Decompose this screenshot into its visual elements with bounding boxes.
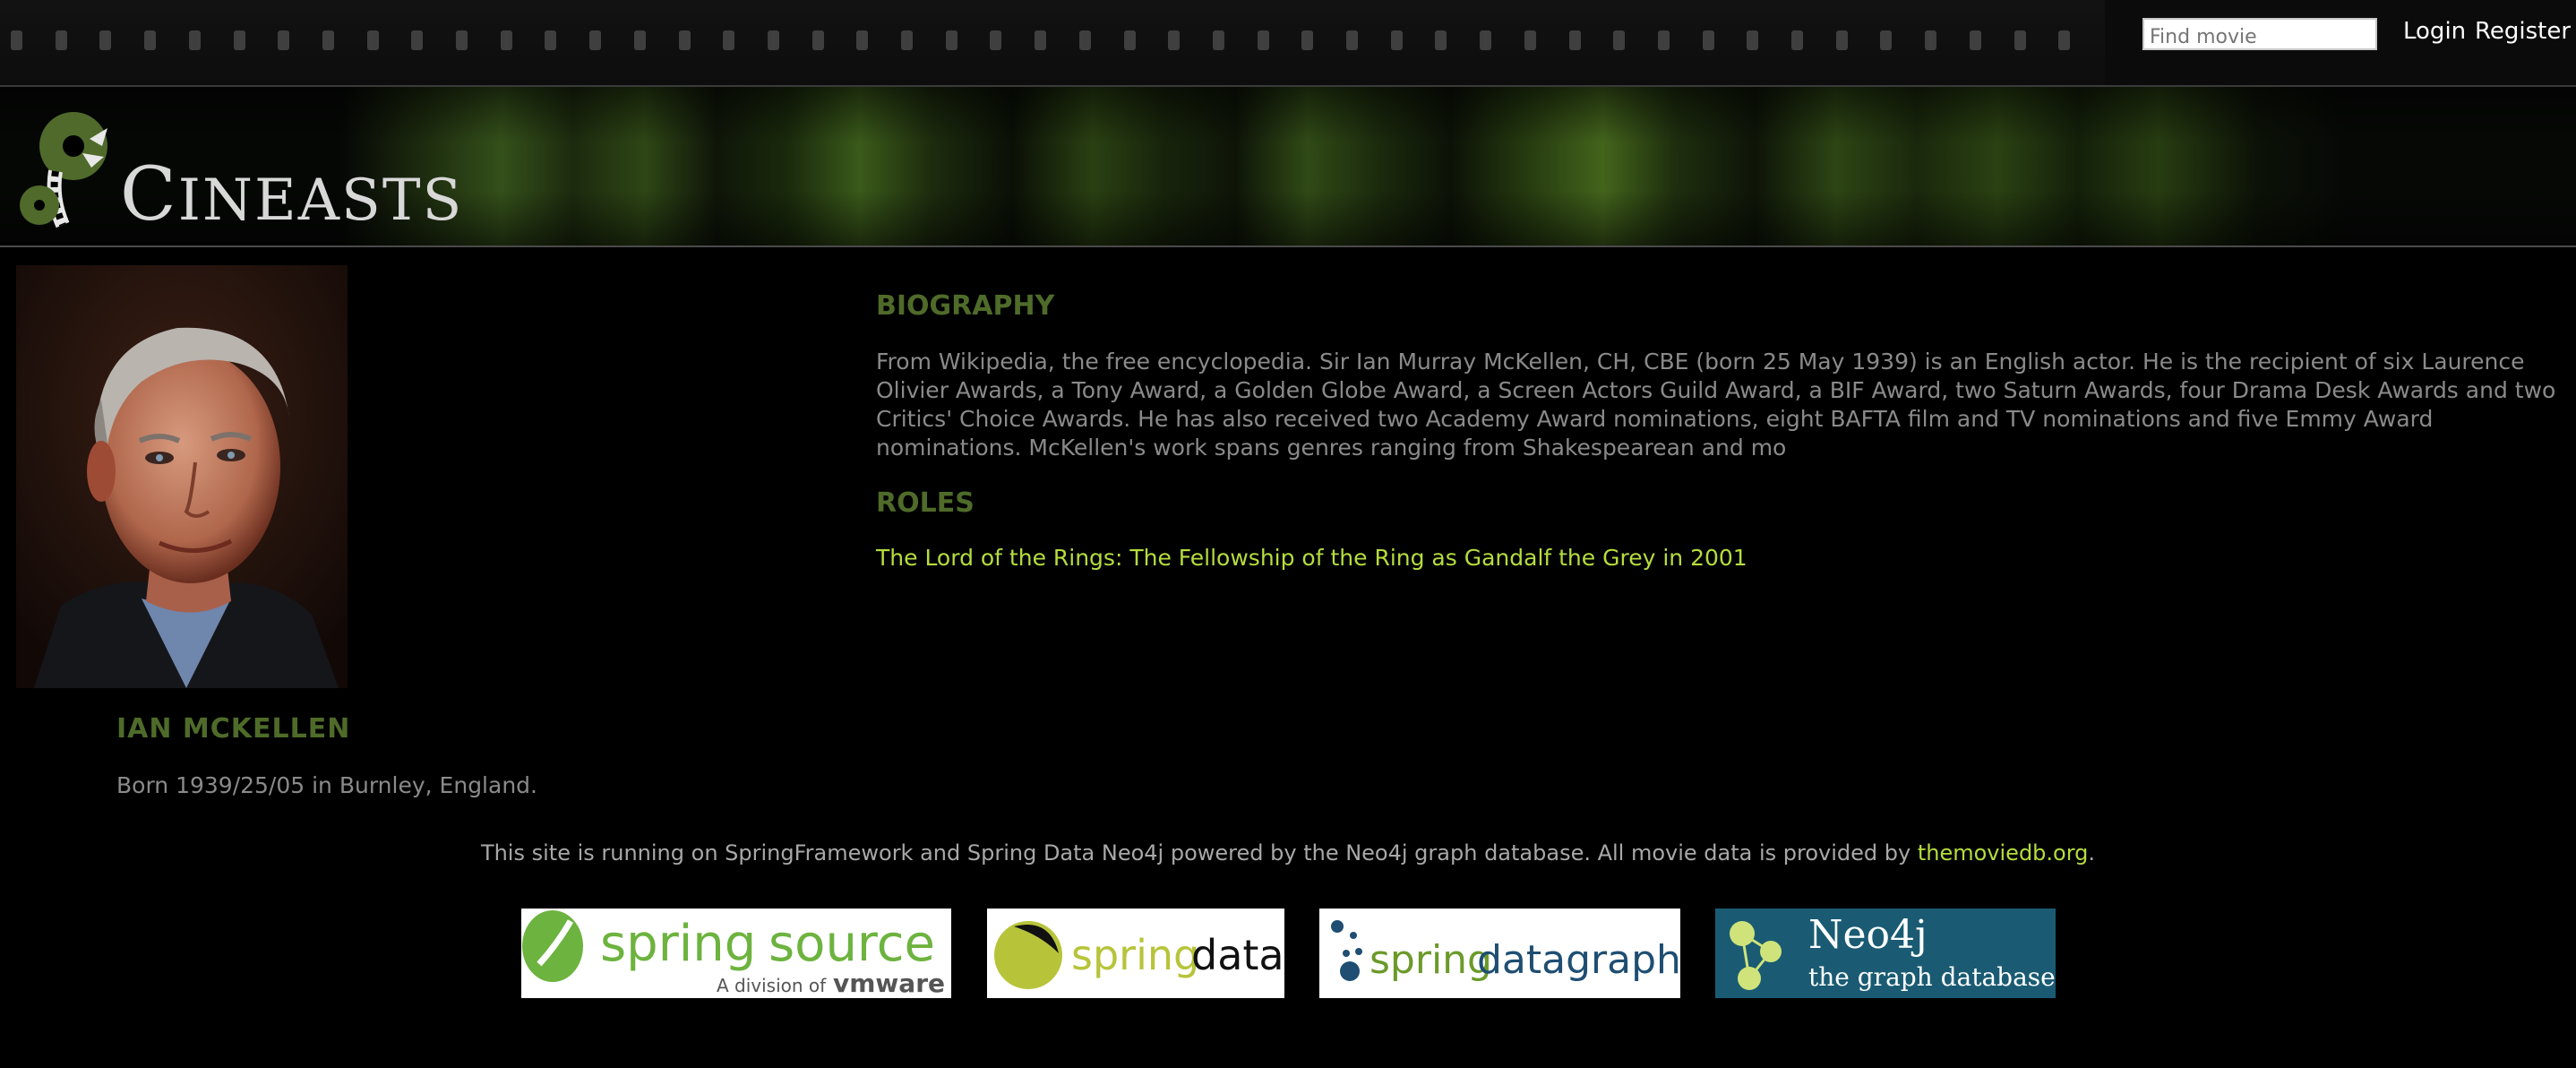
film-hole xyxy=(768,30,779,50)
biography-heading: BIOGRAPHY xyxy=(876,290,1055,322)
film-hole xyxy=(1346,30,1358,50)
actor-name: IAN MCKELLEN xyxy=(116,713,351,745)
find-movie-input[interactable] xyxy=(2142,18,2377,50)
role-link[interactable]: The Lord of the Rings: The Fellowship of… xyxy=(876,545,1747,571)
film-hole xyxy=(990,30,1001,50)
film-hole xyxy=(1925,30,1936,50)
film-hole xyxy=(1435,30,1447,50)
film-reel-icon xyxy=(20,112,107,228)
film-hole xyxy=(901,30,913,50)
film-hole xyxy=(411,30,423,50)
film-hole xyxy=(1301,30,1313,50)
film-hole xyxy=(1658,30,1670,50)
film-hole xyxy=(1079,30,1091,50)
film-hole xyxy=(812,30,824,50)
footer-credits: This site is running on SpringFramework … xyxy=(480,840,2096,866)
film-hole xyxy=(1258,30,1269,50)
film-hole xyxy=(1524,30,1536,50)
svg-text:spring: spring xyxy=(1370,937,1492,983)
svg-text:the graph database: the graph database xyxy=(1808,962,2056,992)
film-hole xyxy=(501,30,512,50)
svg-text:spring: spring xyxy=(600,915,756,973)
top-bar: Login Register xyxy=(0,0,2576,87)
actor-photo xyxy=(16,265,348,688)
film-strip-decoration xyxy=(0,0,2105,85)
film-hole xyxy=(1035,30,1046,50)
film-hole xyxy=(367,30,379,50)
film-hole xyxy=(11,30,22,50)
film-hole xyxy=(1391,30,1403,50)
themoviedb-link[interactable]: themoviedb.org xyxy=(1918,840,2089,866)
login-link[interactable]: Login xyxy=(2403,18,2466,45)
film-hole xyxy=(1124,30,1136,50)
film-hole xyxy=(545,30,556,50)
roles-heading: ROLES xyxy=(876,487,975,519)
graph-nodes-icon xyxy=(1331,920,1362,981)
film-hole xyxy=(1970,30,1981,50)
springdata-logo[interactable]: spring data xyxy=(987,909,1284,998)
svg-text:source: source xyxy=(769,915,935,973)
graph-nodes-icon xyxy=(1730,921,1782,990)
register-link[interactable]: Register xyxy=(2475,18,2571,45)
film-hole xyxy=(856,30,868,50)
film-hole xyxy=(1747,30,1758,50)
svg-text:Neo4j: Neo4j xyxy=(1808,912,1928,958)
film-hole xyxy=(1213,30,1224,50)
film-hole xyxy=(234,30,245,50)
film-hole xyxy=(589,30,601,50)
actor-birth-info: Born 1939/25/05 in Burnley, England. xyxy=(116,772,537,798)
film-hole xyxy=(1836,30,1848,50)
film-hole xyxy=(144,30,156,50)
film-hole xyxy=(1880,30,1892,50)
film-hole xyxy=(1569,30,1581,50)
film-hole xyxy=(1703,30,1714,50)
neo4j-logo[interactable]: Neo4j the graph database xyxy=(1715,909,2056,998)
film-hole xyxy=(189,30,201,50)
svg-text:spring: spring xyxy=(1071,931,1199,979)
svg-text:data: data xyxy=(1191,931,1284,979)
film-hole xyxy=(1613,30,1625,50)
film-hole xyxy=(1168,30,1180,50)
film-hole xyxy=(679,30,691,50)
film-hole xyxy=(322,30,334,50)
film-hole xyxy=(56,30,67,50)
film-hole xyxy=(723,30,734,50)
site-title: CINEASTS xyxy=(120,152,464,237)
film-hole xyxy=(634,30,646,50)
film-hole xyxy=(2058,30,2070,50)
film-hole xyxy=(1791,30,1803,50)
site-banner: CINEASTS xyxy=(0,87,2576,247)
film-hole xyxy=(2014,30,2026,50)
film-hole xyxy=(946,30,957,50)
biography-text: From Wikipedia, the free encyclopedia. S… xyxy=(876,349,2556,461)
film-hole xyxy=(1480,30,1491,50)
svg-text:A division of: A division of xyxy=(717,975,827,996)
springdatagraph-logo[interactable]: spring datagraph xyxy=(1319,909,1680,998)
film-hole xyxy=(278,30,289,50)
svg-text:vmware: vmware xyxy=(833,969,945,998)
svg-text:datagraph: datagraph xyxy=(1477,937,1680,983)
springsource-logo[interactable]: spring source A division of vmware xyxy=(521,909,951,998)
film-hole xyxy=(99,30,111,50)
film-hole xyxy=(456,30,468,50)
